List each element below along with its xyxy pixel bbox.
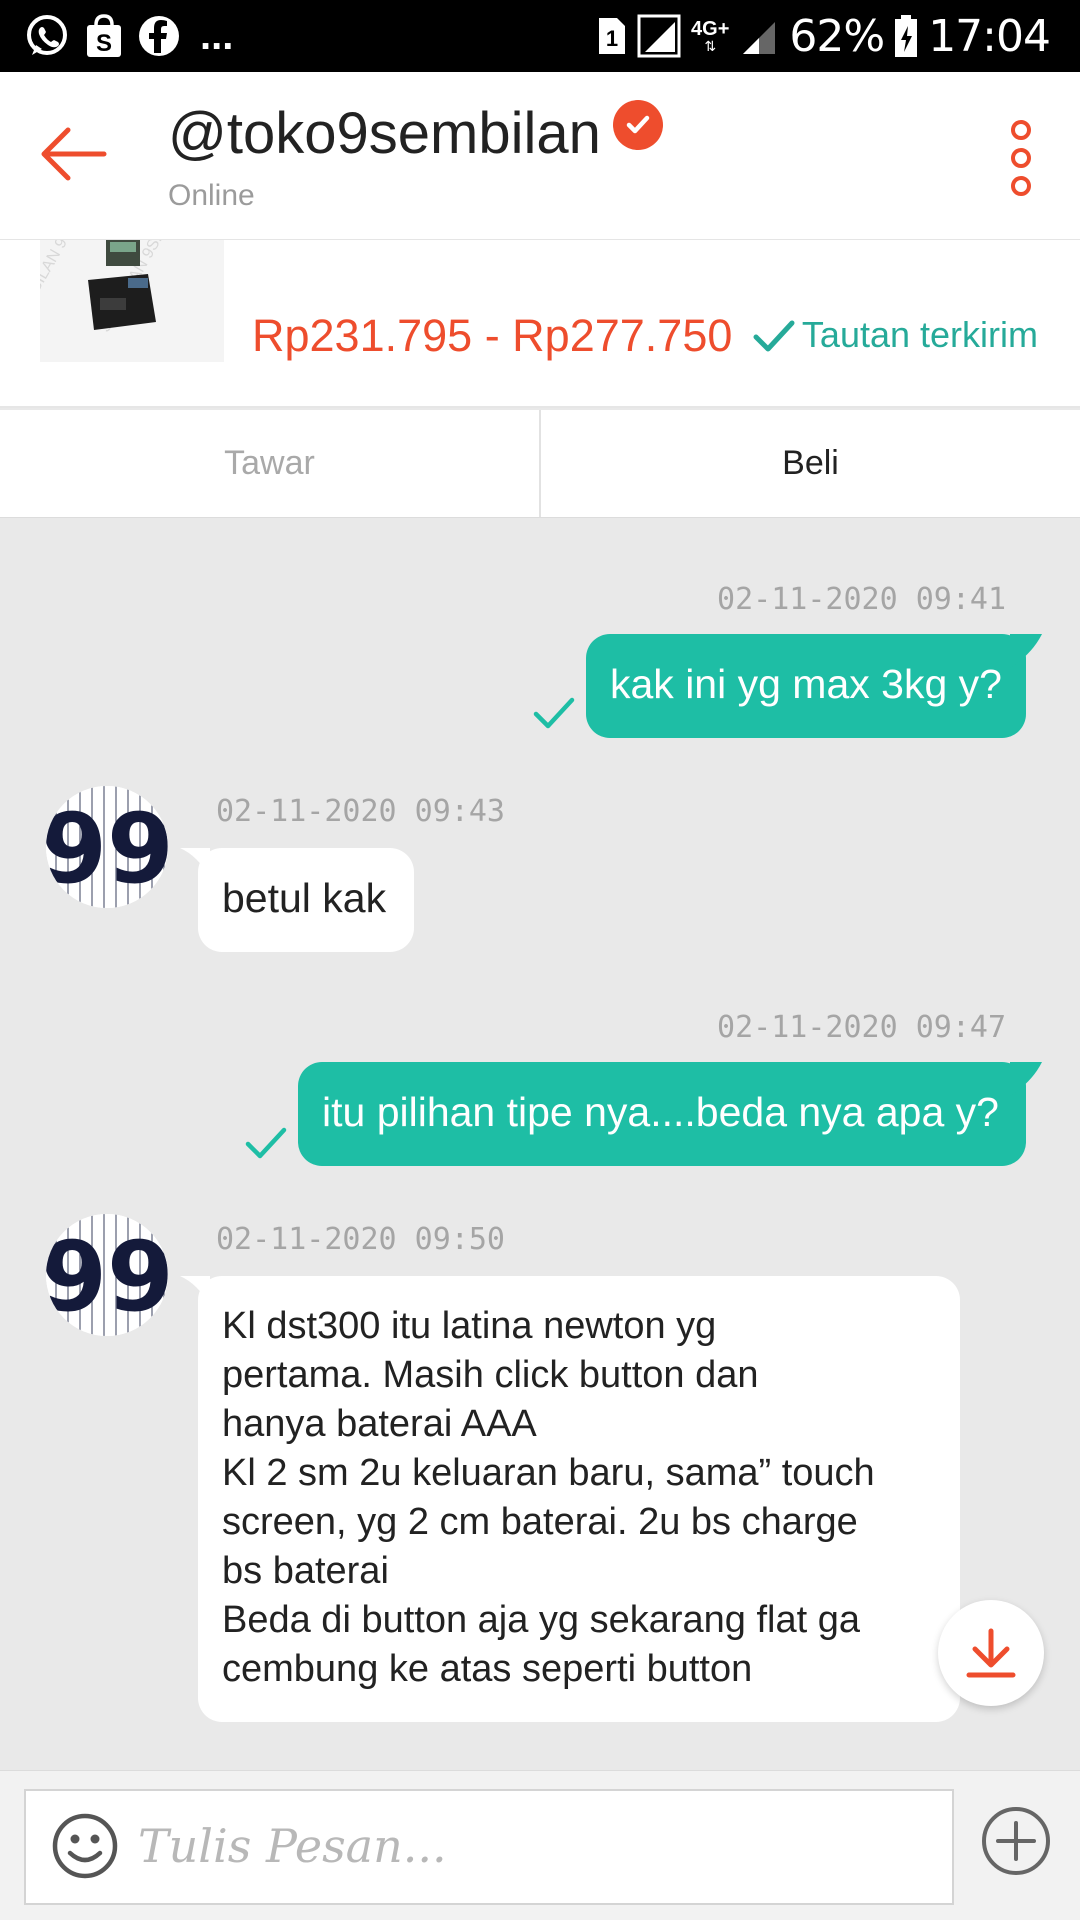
outgoing-message[interactable]: itu pilihan tipe nya....beda nya apa y? bbox=[298, 1062, 1026, 1166]
shop-name: @toko9sembilan bbox=[168, 101, 601, 166]
message-line: hanya baterai AAA bbox=[222, 1403, 537, 1445]
avatar[interactable]: 99 bbox=[46, 786, 168, 908]
product-card[interactable]: SEMBILAN 9SEM SEMBILAN 9SEM Rp231.795 - … bbox=[0, 240, 1080, 408]
outgoing-message[interactable]: kak ini yg max 3kg y? bbox=[586, 634, 1026, 738]
message-timestamp: 02-11-2020 09:43 bbox=[216, 794, 505, 829]
message-timestamp: 02-11-2020 09:50 bbox=[216, 1222, 505, 1257]
plus-circle-icon bbox=[982, 1807, 1050, 1875]
link-sent-label: Tautan terkirim bbox=[801, 314, 1038, 355]
message-placeholder: Tulis Pesan... bbox=[138, 1819, 447, 1873]
network-label: 4G+ bbox=[691, 18, 730, 40]
notification-icons: S ... bbox=[24, 12, 233, 60]
message-line: Kl 2 sm 2u keluaran baru, sama” touch bbox=[222, 1452, 875, 1494]
signal-bars-icon bbox=[739, 16, 779, 56]
tab-tawar[interactable]: Tawar bbox=[0, 410, 541, 517]
sent-check-icon bbox=[533, 697, 575, 729]
message-input[interactable]: Tulis Pesan... bbox=[24, 1789, 954, 1905]
message-line: bs baterai bbox=[222, 1550, 389, 1592]
battery-percent: 62% bbox=[789, 10, 885, 62]
more-notifications: ... bbox=[200, 13, 234, 58]
message-timestamp: 02-11-2020 09:41 bbox=[717, 582, 1006, 617]
status-bar: S ... 1 4G+ ⇅ 62% 17:04 bbox=[0, 0, 1080, 72]
avatar-label: 99 bbox=[46, 1221, 168, 1333]
network-4g-icon: 4G+ ⇅ bbox=[691, 19, 729, 53]
incoming-message[interactable]: betul kak bbox=[198, 848, 414, 952]
smiley-icon bbox=[52, 1813, 118, 1879]
whatsapp-icon bbox=[24, 13, 70, 59]
data-arrows-icon: ⇅ bbox=[704, 38, 717, 54]
chat-area[interactable]: 02-11-2020 09:41 kak ini yg max 3kg y? 9… bbox=[0, 518, 1080, 1770]
message-line: cembung ke atas seperti button bbox=[222, 1648, 753, 1690]
link-sent-status: Tautan terkirim bbox=[752, 314, 1038, 356]
arrow-left-icon bbox=[41, 127, 107, 181]
back-button[interactable] bbox=[38, 124, 108, 184]
more-vertical-icon bbox=[1011, 120, 1031, 196]
online-status: Online bbox=[168, 179, 255, 212]
message-line: Kl dst300 itu latina newton yg bbox=[222, 1305, 717, 1347]
system-indicators: 1 4G+ ⇅ 62% 17:04 bbox=[597, 10, 1051, 62]
sim-number: 1 bbox=[606, 26, 618, 51]
check-icon bbox=[753, 320, 795, 352]
clock: 17:04 bbox=[928, 10, 1051, 62]
attach-button[interactable] bbox=[980, 1805, 1052, 1877]
chat-header: @toko9sembilan Online bbox=[0, 72, 1080, 240]
action-tabs: Tawar Beli bbox=[0, 410, 1080, 518]
facebook-icon bbox=[138, 15, 180, 57]
message-timestamp: 02-11-2020 09:47 bbox=[717, 1010, 1006, 1045]
sent-check-icon bbox=[245, 1127, 287, 1159]
avatar[interactable]: 99 bbox=[46, 1214, 168, 1336]
emoji-button[interactable] bbox=[50, 1811, 120, 1881]
message-line: Beda di button aja yg sekarang flat ga bbox=[222, 1599, 861, 1641]
download-arrow-icon bbox=[966, 1628, 1016, 1678]
scroll-to-bottom-button[interactable] bbox=[938, 1600, 1044, 1706]
shop-title[interactable]: @toko9sembilan Online bbox=[168, 99, 663, 213]
shopee-icon: S bbox=[84, 13, 124, 59]
more-options-button[interactable] bbox=[1006, 118, 1036, 198]
product-thumbnail[interactable]: SEMBILAN 9SEM SEMBILAN 9SEM bbox=[40, 240, 224, 362]
tab-beli[interactable]: Beli bbox=[541, 410, 1080, 517]
svg-text:S: S bbox=[96, 30, 112, 57]
bubble-tail bbox=[1010, 634, 1042, 668]
message-line: screen, yg 2 cm baterai. 2u bs charge bbox=[222, 1501, 858, 1543]
product-price: Rp231.795 - Rp277.750 bbox=[252, 310, 733, 361]
battery-icon bbox=[894, 14, 918, 58]
sim-icon: 1 bbox=[597, 16, 627, 56]
bubble-tail bbox=[1010, 1062, 1042, 1096]
verified-icon bbox=[612, 99, 663, 150]
signal-icon bbox=[637, 14, 681, 58]
message-line: pertama. Masih click button dan bbox=[222, 1354, 759, 1396]
message-composer: Tulis Pesan... bbox=[0, 1770, 1080, 1920]
avatar-label: 99 bbox=[46, 793, 168, 905]
incoming-message[interactable]: Kl dst300 itu latina newton yg pertama. … bbox=[198, 1276, 960, 1722]
